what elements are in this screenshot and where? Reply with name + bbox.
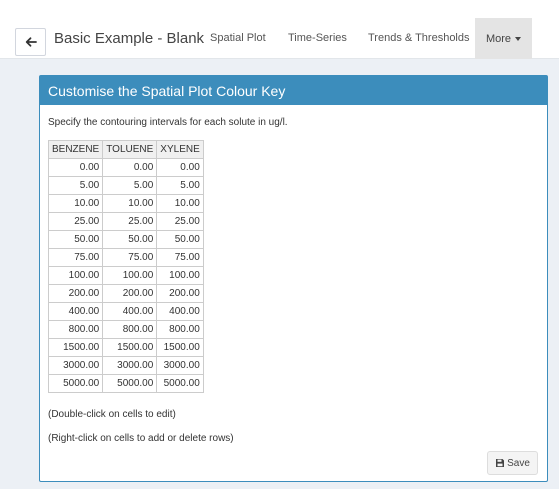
cell-toluene[interactable]: 3000.00	[102, 356, 158, 375]
table-header-row: BENZENE TOLUENE XYLENE	[47, 140, 204, 159]
cell-xylene[interactable]: 75.00	[156, 248, 204, 267]
column-header-benzene[interactable]: BENZENE	[47, 140, 104, 159]
cell-toluene[interactable]: 200.00	[102, 284, 158, 303]
table-row: 100.00 100.00 100.00	[47, 266, 204, 285]
nav-trends-thresholds[interactable]: Trends & Thresholds	[368, 32, 470, 44]
cell-toluene[interactable]: 800.00	[102, 320, 158, 339]
cell-xylene[interactable]: 25.00	[156, 212, 204, 231]
cell-xylene[interactable]: 200.00	[156, 284, 204, 303]
cell-xylene[interactable]: 50.00	[156, 230, 204, 249]
caret-down-icon	[515, 36, 522, 41]
column-header-toluene[interactable]: TOLUENE	[102, 140, 158, 159]
table-row: 1500.00 1500.00 1500.00	[47, 338, 204, 357]
cell-toluene[interactable]: 10.00	[102, 194, 158, 213]
table-row: 800.00 800.00 800.00	[47, 320, 204, 339]
cell-xylene[interactable]: 0.00	[156, 158, 204, 177]
cell-toluene[interactable]: 75.00	[102, 248, 158, 267]
page-title: Basic Example - Blank	[54, 30, 205, 47]
floppy-disk-icon	[496, 459, 505, 467]
cell-benzene[interactable]: 1500.00	[47, 338, 104, 357]
cell-toluene[interactable]: 50.00	[102, 230, 158, 249]
hint-rows: (Right-click on cells to add or delete r…	[48, 433, 234, 444]
cell-benzene[interactable]: 100.00	[47, 266, 104, 285]
cell-benzene[interactable]: 400.00	[47, 302, 104, 321]
cell-xylene[interactable]: 800.00	[156, 320, 204, 339]
table-row: 25.00 25.00 25.00	[47, 212, 204, 231]
nav-more-dropdown[interactable]: More	[475, 18, 532, 59]
cell-toluene[interactable]: 25.00	[102, 212, 158, 231]
top-navbar: Basic Example - Blank Spatial Plot Time-…	[0, 12, 559, 59]
cell-toluene[interactable]: 5000.00	[102, 374, 158, 393]
table-row: 0.00 0.00 0.00	[47, 158, 204, 177]
cell-xylene[interactable]: 1500.00	[156, 338, 204, 357]
nav-time-series[interactable]: Time-Series	[288, 32, 347, 44]
table-row: 75.00 75.00 75.00	[47, 248, 204, 267]
column-header-xylene[interactable]: XYLENE	[156, 140, 204, 159]
table-row: 50.00 50.00 50.00	[47, 230, 204, 249]
cell-benzene[interactable]: 50.00	[47, 230, 104, 249]
table-row: 3000.00 3000.00 3000.00	[47, 356, 204, 375]
cell-xylene[interactable]: 5000.00	[156, 374, 204, 393]
hint-edit: (Double-click on cells to edit)	[48, 409, 176, 420]
save-button-label: Save	[507, 457, 530, 469]
cell-benzene[interactable]: 25.00	[47, 212, 104, 231]
cell-xylene[interactable]: 100.00	[156, 266, 204, 285]
cell-toluene[interactable]: 0.00	[102, 158, 158, 177]
cell-xylene[interactable]: 5.00	[156, 176, 204, 195]
cell-toluene[interactable]: 5.00	[102, 176, 158, 195]
cell-benzene[interactable]: 10.00	[47, 194, 104, 213]
nav-more-label: More	[485, 32, 512, 45]
cell-xylene[interactable]: 400.00	[156, 302, 204, 321]
contour-intervals-table: BENZENE TOLUENE XYLENE 0.00 0.00 0.00 5.00 5…	[47, 140, 204, 393]
cell-benzene[interactable]: 800.00	[47, 320, 104, 339]
back-button[interactable]	[15, 28, 46, 56]
cell-xylene[interactable]: 3000.00	[156, 356, 204, 375]
cell-toluene[interactable]: 400.00	[102, 302, 158, 321]
cell-benzene[interactable]: 0.00	[47, 158, 104, 177]
panel-title: Customise the Spatial Plot Colour Key	[40, 76, 547, 105]
cell-benzene[interactable]: 3000.00	[47, 356, 104, 375]
cell-xylene[interactable]: 10.00	[156, 194, 204, 213]
cell-benzene[interactable]: 75.00	[47, 248, 104, 267]
table-row: 200.00 200.00 200.00	[47, 284, 204, 303]
table-row: 5.00 5.00 5.00	[47, 176, 204, 195]
panel-description: Specify the contouring intervals for eac…	[48, 117, 288, 128]
colour-key-panel: Customise the Spatial Plot Colour Key Sp…	[39, 75, 548, 482]
cell-toluene[interactable]: 100.00	[102, 266, 158, 285]
table-row: 10.00 10.00 10.00	[47, 194, 204, 213]
table-row: 400.00 400.00 400.00	[47, 302, 204, 321]
nav-spatial-plot[interactable]: Spatial Plot	[210, 32, 266, 44]
cell-benzene[interactable]: 200.00	[47, 284, 104, 303]
cell-benzene[interactable]: 5.00	[47, 176, 104, 195]
arrow-left-icon	[25, 37, 37, 47]
cell-toluene[interactable]: 1500.00	[102, 338, 158, 357]
top-strip	[0, 0, 559, 12]
cell-benzene[interactable]: 5000.00	[47, 374, 104, 393]
table-row: 5000.00 5000.00 5000.00	[47, 374, 204, 393]
save-button[interactable]: Save	[487, 451, 538, 475]
